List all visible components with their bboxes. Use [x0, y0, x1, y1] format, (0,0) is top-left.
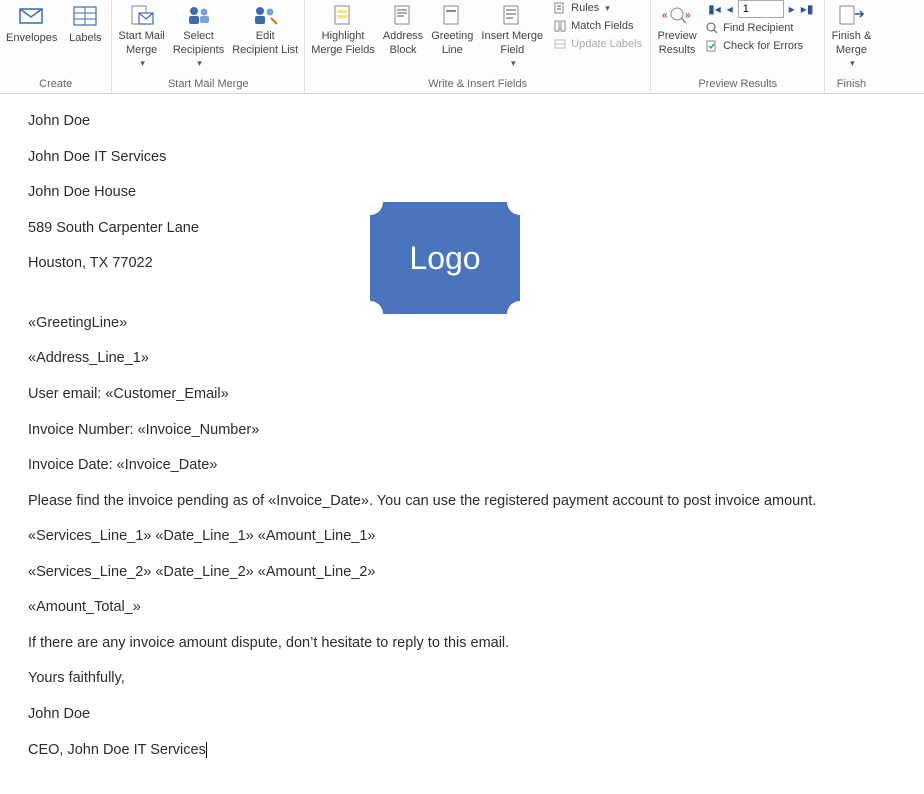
service-line-1: «Services_Line_1» «Date_Line_1» «Amount_… — [28, 527, 896, 547]
logo-text: Logo — [409, 240, 480, 277]
salutation: Yours faithfully, — [28, 669, 896, 689]
record-number-input[interactable] — [738, 0, 784, 18]
svg-text:«: « — [662, 10, 668, 21]
next-record-button[interactable]: ▸ — [788, 2, 796, 16]
update-labels-label: Update Labels — [571, 38, 642, 50]
labels-label: Labels — [69, 32, 101, 46]
logo-placeholder[interactable]: Logo — [370, 202, 520, 314]
envelope-icon — [16, 2, 48, 30]
chevron-down-icon: ▾ — [850, 58, 855, 69]
recipients-icon — [183, 2, 215, 28]
chevron-down-icon: ▾ — [605, 3, 610, 14]
find-recipient-button[interactable]: Find Recipient — [703, 20, 818, 36]
group-write-label: Write & Insert Fields — [307, 76, 648, 93]
group-create-label: Create — [2, 76, 109, 93]
update-labels-button: Update Labels — [551, 36, 644, 52]
document-body[interactable]: John Doe John Doe IT Services John Doe H… — [0, 94, 924, 794]
update-labels-icon — [553, 37, 567, 51]
preview-icon: « » — [660, 2, 694, 28]
chevron-down-icon: ▾ — [197, 58, 202, 69]
match-fields-button[interactable]: Match Fields — [551, 18, 644, 34]
envelopes-button[interactable]: Envelopes — [2, 0, 61, 46]
start-mail-merge-button[interactable]: Start Mail Merge▾ — [114, 0, 168, 69]
select-recipients-label: Select Recipients — [173, 30, 224, 58]
envelopes-label: Envelopes — [6, 32, 57, 46]
greeting-line-label: Greeting Line — [431, 30, 473, 58]
svg-text:»: » — [685, 10, 691, 21]
finish-merge-button[interactable]: Finish & Merge▾ — [827, 0, 875, 69]
edit-recipient-list-label: Edit Recipient List — [232, 30, 298, 58]
group-start-label: Start Mail Merge — [114, 76, 302, 93]
signature-name: John Doe — [28, 705, 896, 725]
group-write-insert: Highlight Merge Fields Address Block Gre… — [305, 0, 651, 93]
sender-company: John Doe IT Services — [28, 148, 896, 168]
ribbon-mailings: Envelopes Labels Create — [0, 0, 924, 94]
signature-title: CEO, John Doe IT Services — [28, 741, 896, 761]
highlight-label: Highlight Merge Fields — [311, 30, 375, 58]
group-finish: Finish & Merge▾ Finish — [825, 0, 877, 93]
group-finish-label: Finish — [827, 76, 875, 93]
greeting-field: «GreetingLine» — [28, 314, 896, 334]
group-start-mail-merge: Start Mail Merge▾ Select Recipients▾ — [112, 0, 305, 93]
edit-recipients-icon — [249, 2, 281, 28]
dispute-line: If there are any invoice amount dispute,… — [28, 634, 896, 654]
check-errors-button[interactable]: Check for Errors — [703, 38, 818, 54]
insert-field-icon — [498, 2, 526, 28]
greeting-line-button[interactable]: Greeting Line — [427, 0, 477, 58]
check-errors-icon — [705, 39, 719, 53]
amount-total-line: «Amount_Total_» — [28, 598, 896, 618]
insert-merge-field-label: Insert Merge Field — [481, 30, 543, 58]
highlight-merge-fields-button[interactable]: Highlight Merge Fields — [307, 0, 379, 58]
rules-button[interactable]: Rules ▾ — [551, 0, 644, 16]
finish-merge-label: Finish & Merge — [832, 30, 872, 58]
prev-record-button[interactable]: ◂ — [726, 2, 734, 16]
finish-icon — [835, 2, 867, 28]
intro-paragraph: Please find the invoice pending as of «I… — [28, 492, 896, 512]
user-email-line: User email: «Customer_Email» — [28, 385, 896, 405]
mail-merge-icon — [126, 2, 158, 28]
address-block-icon — [390, 2, 416, 28]
group-create: Envelopes Labels Create — [0, 0, 112, 93]
insert-merge-field-button[interactable]: Insert Merge Field▾ — [477, 0, 547, 69]
find-icon — [705, 21, 719, 35]
edit-recipient-list-button[interactable]: Edit Recipient List — [228, 0, 302, 58]
select-recipients-button[interactable]: Select Recipients▾ — [169, 0, 228, 69]
rules-label: Rules — [571, 2, 599, 14]
group-preview-label: Preview Results — [653, 76, 822, 93]
chevron-down-icon: ▾ — [140, 58, 145, 69]
address-block-label: Address Block — [383, 30, 423, 58]
labels-button[interactable]: Labels — [61, 0, 109, 46]
highlight-icon — [329, 2, 357, 28]
service-line-2: «Services_Line_2» «Date_Line_2» «Amount_… — [28, 563, 896, 583]
find-recipient-label: Find Recipient — [723, 22, 793, 34]
invoice-date-line: Invoice Date: «Invoice_Date» — [28, 456, 896, 476]
preview-results-button[interactable]: « » Preview Results — [653, 0, 701, 58]
preview-results-label: Preview Results — [658, 30, 697, 58]
address-block-button[interactable]: Address Block — [379, 0, 427, 58]
chevron-down-icon: ▾ — [511, 58, 516, 69]
rules-icon — [553, 1, 567, 15]
start-mail-merge-label: Start Mail Merge — [118, 30, 164, 58]
address-field: «Address_Line_1» — [28, 349, 896, 369]
sender-name: John Doe — [28, 112, 896, 132]
last-record-button[interactable]: ▸▮ — [800, 2, 815, 16]
first-record-button[interactable]: ▮◂ — [707, 2, 722, 16]
invoice-number-line: Invoice Number: «Invoice_Number» — [28, 421, 896, 441]
labels-icon — [69, 2, 101, 30]
check-errors-label: Check for Errors — [723, 40, 803, 52]
match-fields-icon — [553, 19, 567, 33]
match-fields-label: Match Fields — [571, 20, 633, 32]
sender-house: John Doe House — [28, 183, 896, 203]
group-preview: « » Preview Results ▮◂ ◂ ▸ ▸▮ Find Rec — [651, 0, 825, 93]
greeting-line-icon — [439, 2, 465, 28]
